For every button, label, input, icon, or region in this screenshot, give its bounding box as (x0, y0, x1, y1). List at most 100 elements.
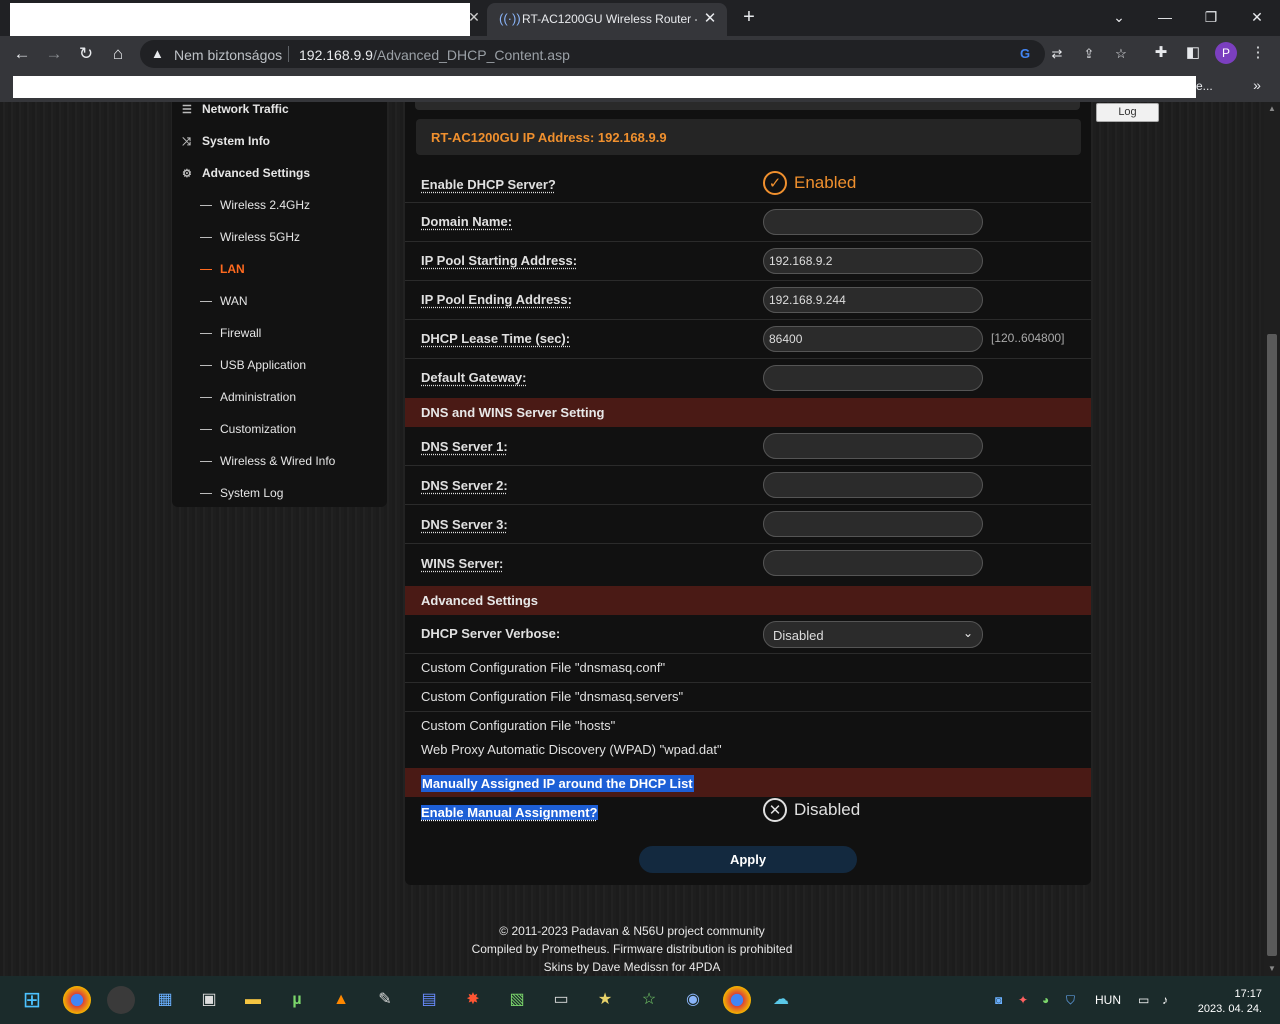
page-scrollbar[interactable]: ▲ ▼ (1264, 102, 1280, 976)
tray-app-icon[interactable]: ◙ (995, 993, 1002, 1007)
tools-icon[interactable]: ✎ (371, 986, 399, 1014)
utorrent-icon[interactable]: µ (283, 986, 311, 1014)
custom-file-row[interactable]: Custom Configuration File "dnsmasq.serve… (405, 683, 1091, 712)
dns1-input[interactable] (763, 433, 983, 459)
obs-icon[interactable] (107, 986, 135, 1014)
footer-copyright: © 2011-2023 Padavan & N56U project commu… (499, 924, 765, 938)
sidebar-item-network-traffic[interactable]: ☰ Network Traffic (182, 102, 289, 124)
store-icon[interactable]: ▦ (151, 986, 179, 1014)
url-text[interactable]: 192.168.9.9/Advanced_DHCP_Content.asp (299, 47, 570, 63)
restore-icon[interactable]: ❐ (1200, 6, 1222, 28)
home-icon[interactable]: ⌂ (106, 42, 130, 66)
chrome-icon[interactable] (63, 986, 91, 1014)
tray-app-2-icon[interactable]: ✦ (1018, 993, 1028, 1007)
redacted-bookmarks[interactable] (13, 76, 1196, 98)
sidebar-item-lan[interactable]: LAN (200, 262, 245, 284)
scroll-up-icon[interactable]: ▲ (1264, 102, 1280, 116)
custom-file-row[interactable]: Custom Configuration File "dnsmasq.conf" (405, 654, 1091, 683)
sidebar-item-wireless-wired-info[interactable]: Wireless & Wired Info (200, 454, 335, 476)
custom-file-row[interactable]: Custom Configuration File "hosts" (405, 712, 1091, 736)
sidebar-item-firewall[interactable]: Firewall (200, 326, 261, 348)
star-app-icon[interactable]: ★ (591, 986, 619, 1014)
custom-file-dnsmasq-conf[interactable]: Custom Configuration File "dnsmasq.conf" (421, 660, 665, 675)
tray-shield-icon[interactable]: ⛉ (1066, 993, 1075, 1008)
language-indicator[interactable]: HUN (1095, 993, 1121, 1007)
forward-icon[interactable]: → (42, 42, 66, 66)
sidebar-item-wireless-5[interactable]: Wireless 5GHz (200, 230, 300, 252)
sidebar-item-wireless-24[interactable]: Wireless 2.4GHz (200, 198, 310, 220)
google-icon[interactable]: G (1016, 45, 1034, 63)
clock-date: 2023. 04. 24. (1197, 1003, 1262, 1015)
dns2-input[interactable] (763, 472, 983, 498)
printer-icon[interactable]: ▭ (547, 986, 575, 1014)
monitor-icon[interactable]: ▣ (195, 986, 223, 1014)
blue-circle-app-icon[interactable]: ◉ (679, 986, 707, 1014)
close-tab-icon[interactable]: ✕ (701, 10, 719, 28)
custom-file-row[interactable]: Web Proxy Automatic Discovery (WPAD) "wp… (405, 736, 1091, 767)
scroll-thumb[interactable] (1267, 334, 1277, 956)
custom-file-dnsmasq-servers[interactable]: Custom Configuration File "dnsmasq.serve… (421, 689, 683, 704)
custom-file-hosts[interactable]: Custom Configuration File "hosts" (421, 718, 615, 733)
reload-icon[interactable]: ↻ (74, 42, 98, 66)
tab-search-icon[interactable]: ⌄ (1108, 6, 1130, 28)
active-tab[interactable]: ((·)) RT-AC1200GU Wireless Router - ✕ (487, 3, 727, 36)
back-icon[interactable]: ← (10, 42, 34, 66)
sidebar-item-system-log[interactable]: System Log (200, 486, 283, 508)
apply-button[interactable]: Apply (639, 846, 857, 873)
profile-avatar[interactable]: P (1215, 42, 1237, 64)
enable-dhcp-toggle[interactable]: ✓ Enabled (763, 170, 856, 196)
chart-app-icon[interactable]: ▧ (503, 986, 531, 1014)
side-panel-icon[interactable]: ◧ (1182, 42, 1204, 64)
star-app-2-icon[interactable]: ☆ (635, 986, 663, 1014)
verbose-select[interactable]: Disabled ⌄ (763, 621, 983, 648)
gateway-input[interactable] (763, 365, 983, 391)
sidebar-item-administration[interactable]: Administration (200, 390, 296, 412)
close-window-icon[interactable]: ✕ (1246, 6, 1268, 28)
sidebar: ☰ Network Traffic ⤨ System Info ⚙ Advanced … (172, 102, 387, 507)
share-icon[interactable]: ⇪ (1080, 45, 1098, 63)
manual-assign-toggle[interactable]: ✕ Disabled (763, 797, 860, 823)
bookmark-star-icon[interactable]: ☆ (1112, 45, 1130, 63)
sidebar-item-wan[interactable]: WAN (200, 294, 248, 316)
chrome-profile-icon[interactable] (723, 986, 751, 1014)
enable-dhcp-label: Enable DHCP Server? (421, 177, 556, 192)
weather-app-icon[interactable]: ☁ (767, 986, 795, 1014)
more-bookmarks-icon[interactable]: » (1248, 77, 1266, 97)
network-icon[interactable]: ▭ (1138, 993, 1149, 1007)
wins-input[interactable] (763, 550, 983, 576)
pool-start-input[interactable] (763, 248, 983, 274)
pool-end-input[interactable] (763, 287, 983, 313)
bookmark-truncated[interactable]: e... (1196, 79, 1213, 93)
menu-icon[interactable]: ⋮ (1247, 42, 1269, 64)
tray-app-3-icon[interactable]: ◕ (1042, 993, 1049, 1007)
address-bar[interactable]: ▲ Nem biztonságos 192.168.9.9/Advanced_D… (140, 40, 1127, 68)
extensions-icon[interactable]: ✚ (1150, 42, 1172, 64)
sidebar-item-customization[interactable]: Customization (200, 422, 296, 444)
domain-name-input[interactable] (763, 209, 983, 235)
browser-tab-bar: ✕ ((·)) RT-AC1200GU Wireless Router - ✕ … (0, 0, 1280, 36)
new-tab-icon[interactable]: + (738, 6, 760, 28)
scroll-down-icon[interactable]: ▼ (1264, 962, 1280, 976)
sidebar-item-system-info[interactable]: ⤨ System Info (182, 134, 270, 156)
vlc-icon[interactable]: ▲ (327, 986, 355, 1014)
warning-icon[interactable]: ▲ (151, 45, 167, 61)
lease-time-input[interactable] (763, 326, 983, 352)
sidebar-item-advanced-settings[interactable]: ⚙ Advanced Settings (182, 166, 310, 188)
custom-file-wpad[interactable]: Web Proxy Automatic Discovery (WPAD) "wp… (421, 742, 722, 757)
minimize-icon[interactable]: — (1154, 6, 1176, 28)
system-clock[interactable]: 17:17 2023. 04. 24. (1192, 987, 1262, 1017)
folder-icon[interactable]: ▬ (239, 986, 267, 1014)
translate-icon[interactable]: ⇄ (1048, 45, 1066, 63)
save-disk-icon[interactable]: ▤ (415, 986, 443, 1014)
log-button[interactable]: Log (1096, 103, 1159, 122)
dns3-input[interactable] (763, 511, 983, 537)
redacted-tab[interactable] (10, 3, 470, 36)
shuffle-icon: ⤨ (182, 136, 191, 148)
insecure-label[interactable]: Nem biztonságos (174, 47, 282, 63)
close-tab-icon[interactable]: ✕ (466, 8, 482, 26)
dns2-row: DNS Server 2: (405, 466, 1091, 505)
sidebar-item-usb-application[interactable]: USB Application (200, 358, 306, 380)
volume-icon[interactable]: ♪ (1162, 993, 1168, 1007)
windows-start-icon[interactable]: ⊞ (18, 986, 46, 1014)
game-icon[interactable]: ✸ (459, 986, 487, 1014)
